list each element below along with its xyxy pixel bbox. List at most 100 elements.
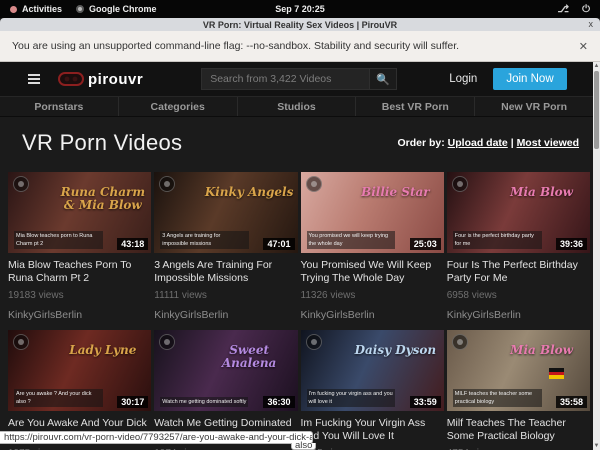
activities-label: Activities [22,4,62,14]
thumbnail-overlay-title: Kinky Angels [205,186,294,199]
search-button[interactable]: 🔍 [369,68,397,90]
duration-badge: 39:36 [556,238,587,250]
video-card[interactable]: Runa Charm & Mia Blow Mia Blow teaches p… [8,172,151,322]
thumbnail-overlay-title: Billie Star [351,186,440,199]
video-thumbnail[interactable]: Sweet Analena Watch me getting dominated… [154,330,297,411]
studio-link[interactable]: KinkyGirlsBerlin [154,309,297,322]
studio-watermark-icon [159,176,175,192]
studio-link[interactable]: KinkyGirlsBerlin [447,309,590,322]
studio-link[interactable]: KinkyGirlsBerlin [301,309,444,322]
video-title-link[interactable]: Mia Blow Teaches Porn To Runa Charm Pt 2 [8,259,151,285]
video-card[interactable]: Kinky Angels 3 Angels are training for i… [154,172,297,322]
video-title-link[interactable]: 3 Angels Are Training For Impossible Mis… [154,259,297,285]
site-header: pirouvr 🔍 Login Join Now [0,62,593,96]
duration-badge: 33:59 [410,396,441,408]
view-count: 11326 views [301,290,444,301]
activities-button[interactable]: Activities [10,4,62,14]
order-by: Order by: Upload date | Most viewed [397,137,579,149]
search-input[interactable] [201,68,369,90]
video-title-link[interactable]: Im Fucking Your Virgin Ass And You Will … [301,417,444,443]
vr-goggles-icon [58,72,84,86]
thumbnail-caption: Are you awake ? And your dick also ? [14,389,103,408]
page-title: VR Porn Videos [22,130,182,156]
thumbnail-overlay-title: Mia Blow [497,186,586,199]
search-bar: 🔍 [201,68,397,90]
thumbnail-overlay-title: Runa Charm & Mia Blow [58,186,147,211]
duration-badge: 43:18 [117,238,148,250]
duration-badge: 30:17 [117,396,148,408]
video-title-link[interactable]: You Promised We Will Keep Trying The Who… [301,259,444,285]
logo-text: pirouvr [88,71,143,88]
chrome-icon [76,5,84,13]
duration-badge: 36:30 [263,396,294,408]
video-thumbnail[interactable]: Kinky Angels 3 Angels are training for i… [154,172,297,253]
thumbnail-caption: Mia Blow teaches porn to Runa Charm pt 2 [14,231,103,250]
nav-item-studios[interactable]: Studios [238,97,357,116]
login-link[interactable]: Login [449,73,477,85]
duration-badge: 35:58 [556,396,587,408]
site-logo[interactable]: pirouvr [58,71,143,88]
video-card[interactable]: Mia Blow MILF teaches the teacher some p… [447,330,590,450]
scrollbar-down-arrow-icon[interactable]: ▼ [593,442,600,450]
video-thumbnail[interactable]: Billie Star You promised we will keep tr… [301,172,444,253]
thumbnail-overlay-title: Sweet Analena [205,344,294,369]
video-thumbnail[interactable]: Runa Charm & Mia Blow Mia Blow teaches p… [8,172,151,253]
thumbnail-caption: MILF teaches the teacher some practical … [453,389,542,408]
view-count: 11111 views [154,290,297,301]
duration-badge: 25:03 [410,238,441,250]
order-by-most-viewed-link[interactable]: Most viewed [517,137,579,149]
thumbnail-overlay-title: Daisy Dyson [351,344,440,357]
video-card[interactable]: Billie Star You promised we will keep tr… [301,172,444,322]
studio-watermark-icon [159,334,175,350]
view-count: 6958 views [447,290,590,301]
studio-watermark-icon [452,176,468,192]
app-menu-button[interactable]: Google Chrome [76,4,157,14]
nav-item-new-vr-porn[interactable]: New VR Porn [475,97,593,116]
video-thumbnail[interactable]: Mia Blow Four is the perfect birthday pa… [447,172,590,253]
infobar-message: You are using an unsupported command-lin… [12,40,459,52]
order-by-separator: | [511,137,514,149]
german-flag-icon [549,368,564,379]
nav-item-best-vr-porn[interactable]: Best VR Porn [356,97,475,116]
thumbnail-caption: Watch me getting dominated softly [160,397,248,407]
studio-link[interactable]: KinkyGirlsBerlin [8,309,151,322]
video-card[interactable]: Daisy Dyson I'm fucking your virgin ass … [301,330,444,450]
app-menu-label: Google Chrome [89,4,157,14]
status-url-text: https://pirouvr.com/vr-porn-video/779325… [0,432,313,443]
order-by-label: Order by: [397,137,444,149]
page-scrollbar[interactable]: ▲ ▼ [593,62,600,450]
window-close-icon[interactable]: x [589,20,594,29]
join-now-button[interactable]: Join Now [493,68,566,90]
nav-item-pornstars[interactable]: Pornstars [0,97,119,116]
studio-watermark-icon [13,176,29,192]
thumbnail-caption: I'm fucking your virgin ass and you will… [307,389,396,408]
page-head: VR Porn Videos Order by: Upload date | M… [0,117,593,169]
system-top-bar: Activities Google Chrome Sep 7 20:25 ⎇ ⏻ [0,0,600,18]
video-thumbnail[interactable]: Lady Lyne Are you awake ? And your dick … [8,330,151,411]
thumbnail-overlay-title: Mia Blow [497,344,586,357]
status-url-bubble: https://pirouvr.com/vr-porn-video/779325… [0,431,313,444]
window-title-bar: VR Porn: Virtual Reality Sex Videos | Pi… [0,18,600,31]
order-by-upload-date-link[interactable]: Upload date [448,137,508,149]
main-nav: Pornstars Categories Studios Best VR Por… [0,96,593,117]
studio-watermark-icon [306,334,322,350]
thumbnail-caption: 3 Angels are training for impossible mis… [160,231,249,250]
studio-watermark-icon [452,334,468,350]
hamburger-menu-icon[interactable] [28,74,40,84]
scrollbar-thumb[interactable] [594,71,599,149]
status-url-overflow: also [291,443,316,450]
screen: Activities Google Chrome Sep 7 20:25 ⎇ ⏻… [0,0,600,450]
video-thumbnail[interactable]: Daisy Dyson I'm fucking your virgin ass … [301,330,444,411]
video-title-link[interactable]: Milf Teaches The Teacher Some Practical … [447,417,590,443]
power-icon[interactable]: ⏻ [582,4,590,15]
video-card[interactable]: Mia Blow Four is the perfect birthday pa… [447,172,590,322]
nav-item-categories[interactable]: Categories [119,97,238,116]
infobar-close-icon[interactable]: ✕ [579,40,588,53]
network-icon[interactable]: ⎇ [558,4,570,15]
video-thumbnail[interactable]: Mia Blow MILF teaches the teacher some p… [447,330,590,411]
video-title-link[interactable]: Four Is The Perfect Birthday Party For M… [447,259,590,285]
search-icon: 🔍 [376,73,390,86]
thumbnail-caption: Four is the perfect birthday party for m… [453,231,542,250]
scrollbar-up-arrow-icon[interactable]: ▲ [593,62,600,70]
duration-badge: 47:01 [263,238,294,250]
